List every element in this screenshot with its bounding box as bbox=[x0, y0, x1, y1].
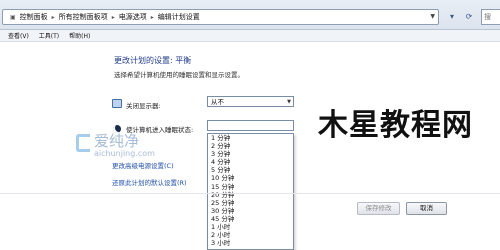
watermark-logo: 爱纯净 aichunjing.com bbox=[70, 130, 190, 170]
display-off-select[interactable]: 从不 ▼ bbox=[207, 96, 294, 107]
dropdown-option[interactable]: 15 分钟 bbox=[208, 183, 293, 191]
dropdown-option[interactable]: 2 分钟 bbox=[208, 142, 293, 150]
dropdown-option[interactable]: 25 分钟 bbox=[208, 199, 293, 207]
page-title: 更改计划的设置: 平衡 bbox=[114, 56, 192, 65]
sleep-dropdown-list[interactable]: 1 分钟 2 分钟 3 分钟 4 分钟 5 分钟 10 分钟 15 分钟 20 … bbox=[207, 133, 294, 250]
dropdown-option[interactable]: 45 分钟 bbox=[208, 215, 293, 223]
logo-icon bbox=[76, 134, 90, 152]
dropdown-option[interactable]: 2 小时 bbox=[208, 231, 293, 239]
watermark-site-name: 木星教程网 bbox=[318, 108, 473, 143]
breadcrumb-separator-icon: ▸ bbox=[111, 13, 115, 21]
breadcrumb-item-2[interactable]: 所有控制面板项 bbox=[59, 12, 108, 22]
history-dropdown-icon[interactable]: ▾ bbox=[445, 10, 459, 24]
dropdown-option[interactable]: 20 分钟 bbox=[208, 191, 293, 199]
watermark-logo-text: 爱纯净 bbox=[94, 132, 140, 150]
dropdown-option[interactable]: 10 分钟 bbox=[208, 174, 293, 182]
monitor-icon bbox=[112, 99, 122, 108]
watermark-logo-url: aichunjing.com bbox=[94, 149, 155, 158]
dropdown-option[interactable]: 30 分钟 bbox=[208, 207, 293, 215]
breadcrumb[interactable]: ▣ 控制面板 ▸ 所有控制面板项 ▸ 电源选项 ▸ 编辑计划设置 ▼ bbox=[2, 9, 439, 25]
menu-bar: 查看(V) 工具(T) 帮助(H) bbox=[0, 30, 500, 42]
save-button[interactable]: 保存修改 bbox=[357, 202, 400, 215]
search-input[interactable]: 搜 bbox=[481, 9, 500, 25]
breadcrumb-item-1[interactable]: 控制面板 bbox=[20, 12, 48, 22]
control-panel-icon: ▣ bbox=[10, 13, 16, 21]
refresh-icon[interactable]: ⟳ bbox=[462, 10, 476, 24]
display-off-value: 从不 bbox=[211, 98, 224, 106]
menu-tools[interactable]: 工具(T) bbox=[39, 31, 59, 40]
address-bar: ▣ 控制面板 ▸ 所有控制面板项 ▸ 电源选项 ▸ 编辑计划设置 ▼ ▾ ⟳ 搜 bbox=[0, 0, 500, 30]
dropdown-option[interactable]: 1 分钟 bbox=[208, 134, 293, 142]
breadcrumb-item-4[interactable]: 编辑计划设置 bbox=[158, 12, 200, 22]
breadcrumb-item-3[interactable]: 电源选项 bbox=[119, 12, 147, 22]
menu-view[interactable]: 查看(V) bbox=[8, 31, 29, 40]
menu-help[interactable]: 帮助(H) bbox=[69, 31, 90, 40]
sleep-select[interactable] bbox=[207, 120, 294, 131]
divider bbox=[0, 193, 500, 194]
display-off-label: 关闭显示器: bbox=[126, 102, 161, 110]
breadcrumb-separator-icon: ▸ bbox=[150, 13, 154, 21]
breadcrumb-separator-icon: ▸ bbox=[51, 13, 55, 21]
page-description: 选择希望计算机使用的睡眠设置和显示设置。 bbox=[114, 71, 244, 79]
dropdown-option[interactable]: 3 小时 bbox=[208, 239, 293, 247]
chevron-down-icon: ▼ bbox=[287, 99, 291, 105]
chevron-down-icon[interactable]: ▼ bbox=[430, 13, 435, 20]
cancel-button[interactable]: 取消 bbox=[406, 202, 447, 215]
restore-defaults-link[interactable]: 还原此计划的默认设置(R) bbox=[112, 177, 187, 187]
dropdown-option[interactable]: 1 小时 bbox=[208, 223, 293, 231]
